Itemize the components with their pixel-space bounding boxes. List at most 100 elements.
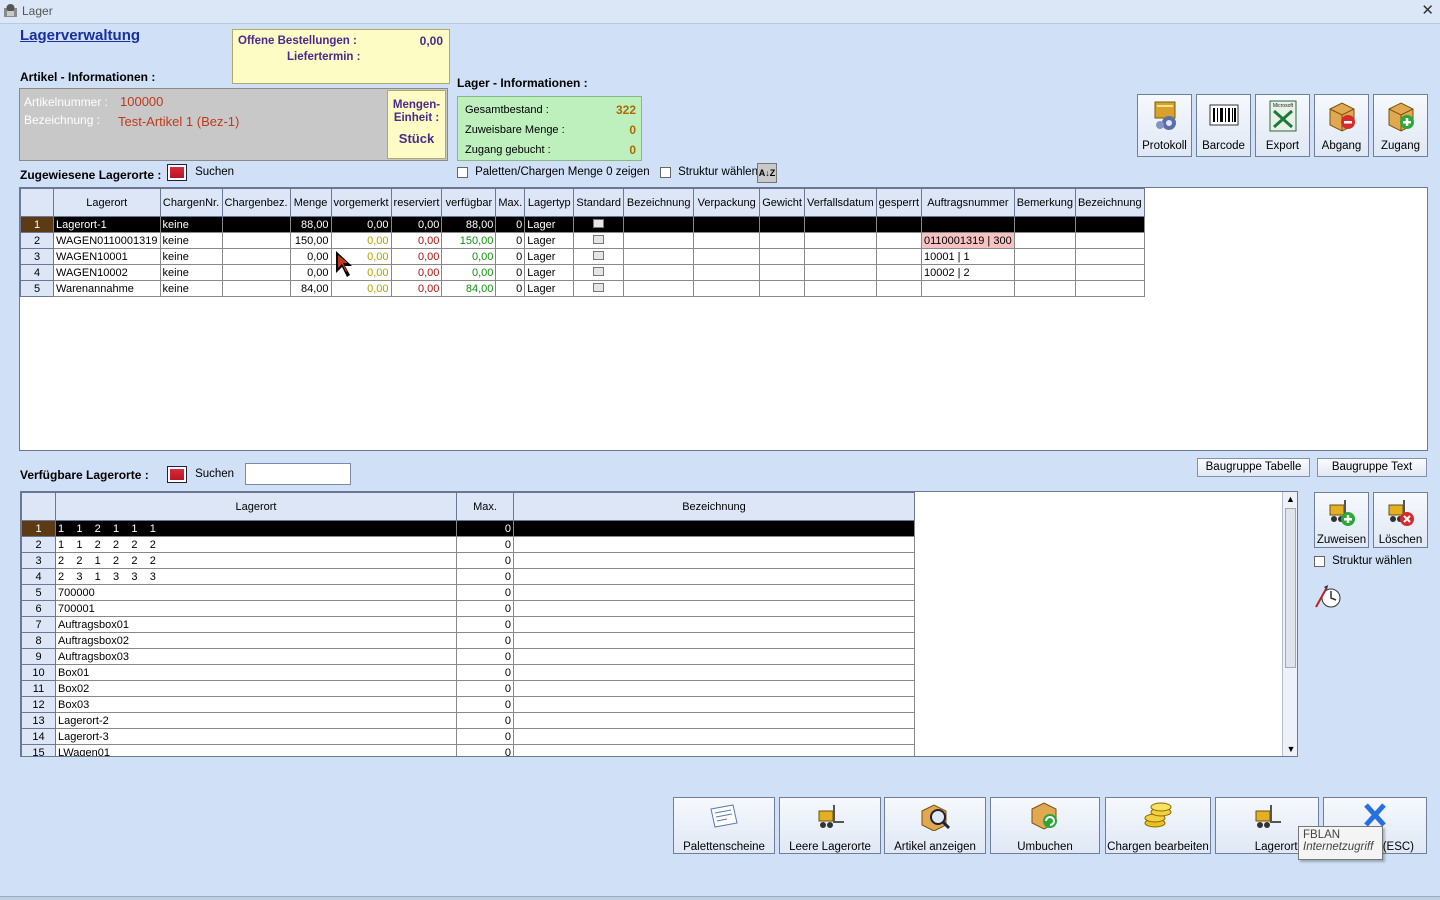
row-number[interactable]: 4	[20, 264, 54, 281]
gesperrt-cell[interactable]	[875, 232, 923, 249]
bezeichnung-cell[interactable]	[513, 632, 915, 649]
col-lagerort[interactable]: Lagerort	[53, 188, 161, 217]
reserviert-cell[interactable]: 0,00	[390, 216, 443, 233]
max-cell[interactable]: 0	[495, 280, 526, 297]
bemerkung-cell[interactable]	[1013, 248, 1076, 265]
available-search-input[interactable]	[245, 463, 351, 485]
standard-checkbox[interactable]	[593, 282, 605, 292]
menge-cell[interactable]: 88,00	[289, 216, 332, 233]
row-number[interactable]: 14	[21, 728, 56, 745]
max-cell[interactable]: 0	[495, 248, 526, 265]
col-auftragsnummer[interactable]: Auftragsnummer	[921, 188, 1015, 217]
lagerort-cell[interactable]: WAGEN10002	[53, 264, 161, 281]
gesperrt-cell[interactable]	[875, 248, 923, 265]
bezeichnung-cell[interactable]	[513, 568, 915, 585]
col-rownum[interactable]	[20, 188, 54, 217]
lagerort-cell[interactable]: Auftragsbox03	[55, 648, 457, 665]
table-row[interactable]: 1 Lagerort-1 keine 88,00 0,00 0,00 88,00 0 Lager	[20, 216, 1145, 233]
structure-check-top[interactable]	[660, 166, 671, 178]
max-cell[interactable]: 0	[456, 568, 514, 585]
charge-cell[interactable]: keine	[159, 248, 223, 265]
lagerort-cell[interactable]: WAGEN0110001319	[53, 232, 161, 249]
show-article-button[interactable]: Artikel anzeigen	[884, 797, 986, 854]
bezeichnung-cell[interactable]	[513, 712, 915, 729]
lagertyp-cell[interactable]: Lager	[524, 248, 575, 265]
max-cell[interactable]: 0	[456, 728, 514, 745]
verfuegbar-cell[interactable]: 0,00	[441, 248, 497, 265]
zugang-button[interactable]: Zugang	[1373, 94, 1428, 157]
row-number[interactable]: 7	[21, 616, 56, 633]
col-bezeichnung[interactable]: Bezeichnung	[623, 188, 695, 217]
verpackung-cell[interactable]	[693, 232, 761, 249]
reserviert-cell[interactable]: 0,00	[390, 232, 443, 249]
lagerort-cell[interactable]: Box01	[55, 664, 457, 681]
standard-checkbox[interactable]	[593, 266, 605, 276]
auftragsnummer-cell[interactable]	[921, 216, 1015, 233]
verfallsdatum-cell[interactable]	[803, 216, 877, 233]
verfallsdatum-cell[interactable]	[803, 264, 877, 281]
col-max[interactable]: Max.	[495, 188, 526, 217]
row-number[interactable]: 5	[20, 280, 54, 297]
abgang-button[interactable]: Abgang	[1314, 94, 1369, 157]
row-number[interactable]: 2	[21, 536, 56, 553]
edit-batches-button[interactable]: Chargen bearbeiten	[1105, 797, 1211, 854]
sort-icon[interactable]: A↓Z	[757, 163, 777, 183]
list-item[interactable]: 15 LWagen01 0	[21, 744, 915, 756]
lagerort-cell[interactable]: 1 1 2 2 2 2	[55, 536, 457, 553]
lagerort-cell[interactable]: Auftragsbox02	[55, 632, 457, 649]
row-number[interactable]: 1	[21, 520, 56, 537]
auftragsnummer-cell[interactable]: 10002 | 2	[921, 264, 1015, 281]
col-chargennr[interactable]: ChargenNr.	[159, 188, 223, 217]
reserviert-cell[interactable]: 0,00	[390, 280, 443, 297]
barcode-button[interactable]: Barcode	[1196, 94, 1251, 157]
verfallsdatum-cell[interactable]	[803, 280, 877, 297]
vorgemerkt-cell[interactable]: 0,00	[330, 216, 392, 233]
standard-cell[interactable]	[573, 248, 625, 265]
lagerort-cell[interactable]: Warenannahme	[53, 280, 161, 297]
list-item[interactable]: 14 Lagerort-3 0	[21, 728, 915, 745]
verpackung-cell[interactable]	[693, 264, 761, 281]
scroll-thumb[interactable]	[1285, 508, 1296, 668]
table-row[interactable]: 3 WAGEN10001 keine 0,00 0,00 0,00 0,00 0 Lager 10…	[20, 248, 1145, 265]
col-verfuegbar[interactable]: verfügbar	[441, 188, 497, 217]
auftragsnummer-cell[interactable]: 0110001319 | 300	[921, 232, 1015, 249]
bezeichnung-cell[interactable]	[513, 680, 915, 697]
assign-button[interactable]: Zuweisen	[1314, 492, 1369, 548]
list-item[interactable]: 11 Box02 0	[21, 680, 915, 697]
list-item[interactable]: 9 Auftragsbox03 0	[21, 648, 915, 665]
table-row[interactable]: 4 WAGEN10002 keine 0,00 0,00 0,00 0,00 0 Lager 10…	[20, 264, 1145, 281]
assigned-grid[interactable]: Lagerort ChargenNr. Chargenbez. Menge vo…	[19, 187, 1428, 451]
lagertyp-cell[interactable]: Lager	[524, 280, 575, 297]
max-cell[interactable]: 0	[456, 600, 514, 617]
lagerort-cell[interactable]: WAGEN10001	[53, 248, 161, 265]
row-number[interactable]: 12	[21, 696, 56, 713]
row-number[interactable]: 4	[21, 568, 56, 585]
bezeichnung-2-cell[interactable]	[1074, 280, 1145, 297]
max-cell[interactable]: 0	[456, 744, 514, 756]
bezeichnung-cell[interactable]	[513, 728, 915, 745]
col-lagerort[interactable]: Lagerort	[55, 492, 457, 521]
scroll-up-icon[interactable]: ▲	[1283, 492, 1297, 506]
bezeichnung-cell[interactable]	[623, 216, 695, 233]
col-rownum[interactable]	[21, 492, 56, 521]
max-cell[interactable]: 0	[456, 712, 514, 729]
lagertyp-cell[interactable]: Lager	[524, 216, 575, 233]
bezeichnung-cell[interactable]	[513, 600, 915, 617]
list-item[interactable]: 10 Box01 0	[21, 664, 915, 681]
row-number[interactable]: 10	[21, 664, 56, 681]
bezeichnung-cell[interactable]	[513, 520, 915, 537]
verpackung-cell[interactable]	[693, 248, 761, 265]
list-item[interactable]: 7 Auftragsbox01 0	[21, 616, 915, 633]
auftragsnummer-cell[interactable]	[921, 280, 1015, 297]
list-item[interactable]: 12 Box03 0	[21, 696, 915, 713]
list-item[interactable]: 13 Lagerort-2 0	[21, 712, 915, 729]
max-cell[interactable]: 0	[456, 520, 514, 537]
col-verpackung[interactable]: Verpackung	[693, 188, 761, 217]
lagerort-cell[interactable]: Box03	[55, 696, 457, 713]
bezeichnung-cell[interactable]	[513, 536, 915, 553]
charge-cell[interactable]: keine	[159, 216, 223, 233]
bemerkung-cell[interactable]	[1013, 232, 1076, 249]
menge-cell[interactable]: 84,00	[289, 280, 332, 297]
standard-cell[interactable]	[573, 264, 625, 281]
lagertyp-cell[interactable]: Lager	[524, 232, 575, 249]
